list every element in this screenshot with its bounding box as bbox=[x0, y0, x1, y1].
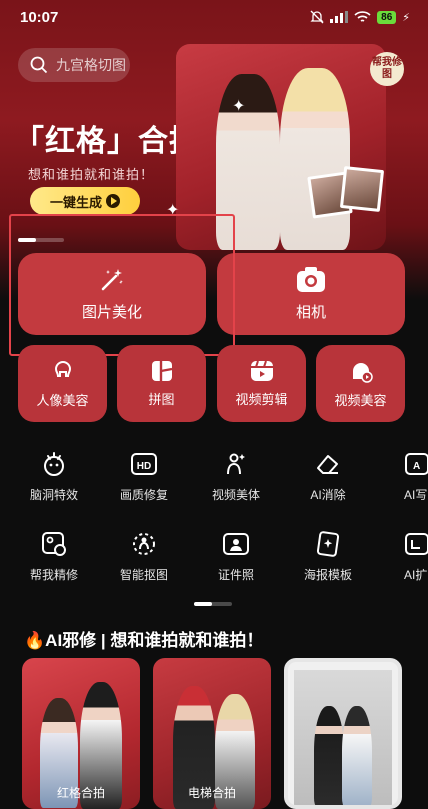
template-card[interactable]: 红格合拍 bbox=[22, 658, 140, 809]
search-icon bbox=[30, 56, 48, 74]
battery-level: 86 bbox=[377, 10, 397, 24]
ai-expand-icon bbox=[405, 533, 428, 555]
photo-beautify-label: 图片美化 bbox=[81, 303, 142, 321]
portrait-beauty-label: 人像美容 bbox=[36, 392, 89, 408]
mute-icon bbox=[310, 10, 324, 24]
sparkle-icon: ✦ bbox=[166, 202, 180, 219]
wifi-icon bbox=[354, 11, 371, 22]
ai-erase-label: AI消除 bbox=[310, 488, 346, 502]
video-beauty-button[interactable]: 视频美容 bbox=[316, 345, 405, 422]
video-beauty-label: 视频美容 bbox=[334, 392, 387, 408]
quality-restore-tool[interactable]: HD 画质修复 bbox=[104, 450, 184, 503]
body-shape-icon bbox=[227, 453, 245, 475]
svg-text:HD: HD bbox=[137, 461, 151, 472]
video-body-label: 视频美体 bbox=[211, 488, 260, 502]
ai-write-tool[interactable]: A AI写 bbox=[376, 450, 428, 503]
camera-label: 相机 bbox=[295, 303, 326, 321]
video-body-tool[interactable]: 视频美体 bbox=[196, 450, 276, 503]
portrait-beauty-button[interactable]: 人像美容 bbox=[18, 345, 107, 422]
banner-pager bbox=[18, 238, 64, 242]
camera-button[interactable]: 相机 bbox=[217, 253, 405, 335]
banner-mini-photos bbox=[307, 166, 385, 219]
collage-label: 拼图 bbox=[148, 391, 175, 407]
magic-wand-icon bbox=[101, 268, 123, 290]
ai-write-label: AI写 bbox=[404, 488, 428, 502]
eraser-icon bbox=[317, 455, 338, 474]
section-title: 🔥AI邪修 | 想和谁拍就和谁拍！ bbox=[24, 631, 264, 650]
banner-subtitle: 想和谁拍就和谁拍！ bbox=[28, 167, 155, 182]
video-edit-button[interactable]: 视频剪辑 bbox=[217, 345, 306, 422]
brain-effect-label: 脑洞特效 bbox=[29, 488, 78, 502]
camera-icon bbox=[297, 266, 325, 292]
video-beauty-icon bbox=[352, 362, 373, 383]
smart-cutout-label: 智能抠图 bbox=[119, 568, 168, 582]
signal-icon bbox=[330, 11, 349, 23]
id-photo-icon bbox=[223, 533, 249, 555]
status-time: 10:07 bbox=[20, 9, 59, 26]
template-card[interactable] bbox=[284, 658, 402, 809]
search-bar[interactable] bbox=[18, 48, 130, 82]
hd-icon: HD bbox=[131, 453, 157, 475]
sparkle-icon: ✦ bbox=[232, 98, 246, 115]
tools-pager bbox=[194, 602, 232, 606]
charging-icon: ⚡ bbox=[402, 11, 410, 24]
svg-text:A: A bbox=[413, 461, 420, 472]
photo-beautify-button[interactable]: 图片美化 bbox=[18, 253, 206, 335]
banner-person-right bbox=[280, 68, 350, 250]
generate-button-label: 一键生成 bbox=[49, 194, 102, 210]
banner-person-left bbox=[216, 74, 280, 250]
ai-expand-tool[interactable]: AI扩 bbox=[376, 530, 428, 583]
retouch-tool[interactable]: 帮我精修 bbox=[14, 530, 94, 583]
play-icon bbox=[106, 194, 120, 208]
portrait-icon bbox=[54, 360, 71, 377]
ai-write-icon: A bbox=[405, 453, 428, 475]
status-bar: 10:07 86 ⚡ bbox=[0, 0, 428, 36]
ai-expand-label: AI扩 bbox=[404, 568, 428, 582]
poster-template-label: 海报模板 bbox=[303, 568, 352, 582]
brain-effect-icon bbox=[44, 452, 64, 476]
video-edit-label: 视频剪辑 bbox=[235, 391, 288, 407]
retouch-badge[interactable]: 帮我修图 bbox=[370, 52, 404, 86]
card-figure bbox=[342, 706, 372, 805]
poster-template-tool[interactable]: 海报模板 bbox=[288, 530, 368, 583]
banner-image[interactable] bbox=[176, 44, 386, 250]
cutout-icon bbox=[133, 533, 155, 555]
status-icons: 86 ⚡ bbox=[310, 10, 410, 24]
video-edit-icon bbox=[250, 360, 273, 381]
search-input[interactable] bbox=[56, 57, 128, 73]
id-photo-label: 证件照 bbox=[217, 568, 254, 582]
collage-button[interactable]: 拼图 bbox=[117, 345, 206, 422]
ai-erase-tool[interactable]: AI消除 bbox=[288, 450, 368, 503]
id-photo-tool[interactable]: 证件照 bbox=[196, 530, 276, 583]
retouch-icon bbox=[42, 532, 66, 556]
banner-title: 「红格」合拍 bbox=[14, 125, 200, 158]
brain-effect-tool[interactable]: 脑洞特效 bbox=[14, 450, 94, 503]
card-figure bbox=[314, 706, 344, 805]
template-card[interactable]: 电梯合拍 bbox=[153, 658, 271, 809]
generate-button[interactable]: 一键生成 bbox=[30, 187, 140, 215]
quality-restore-label: 画质修复 bbox=[119, 488, 168, 502]
poster-icon bbox=[316, 531, 340, 557]
retouch-label: 帮我精修 bbox=[29, 568, 78, 582]
card-label: 红格合拍 bbox=[56, 786, 105, 800]
card-label: 电梯合拍 bbox=[187, 786, 236, 800]
smart-cutout-tool[interactable]: 智能抠图 bbox=[104, 530, 184, 583]
collage-icon bbox=[151, 360, 172, 381]
